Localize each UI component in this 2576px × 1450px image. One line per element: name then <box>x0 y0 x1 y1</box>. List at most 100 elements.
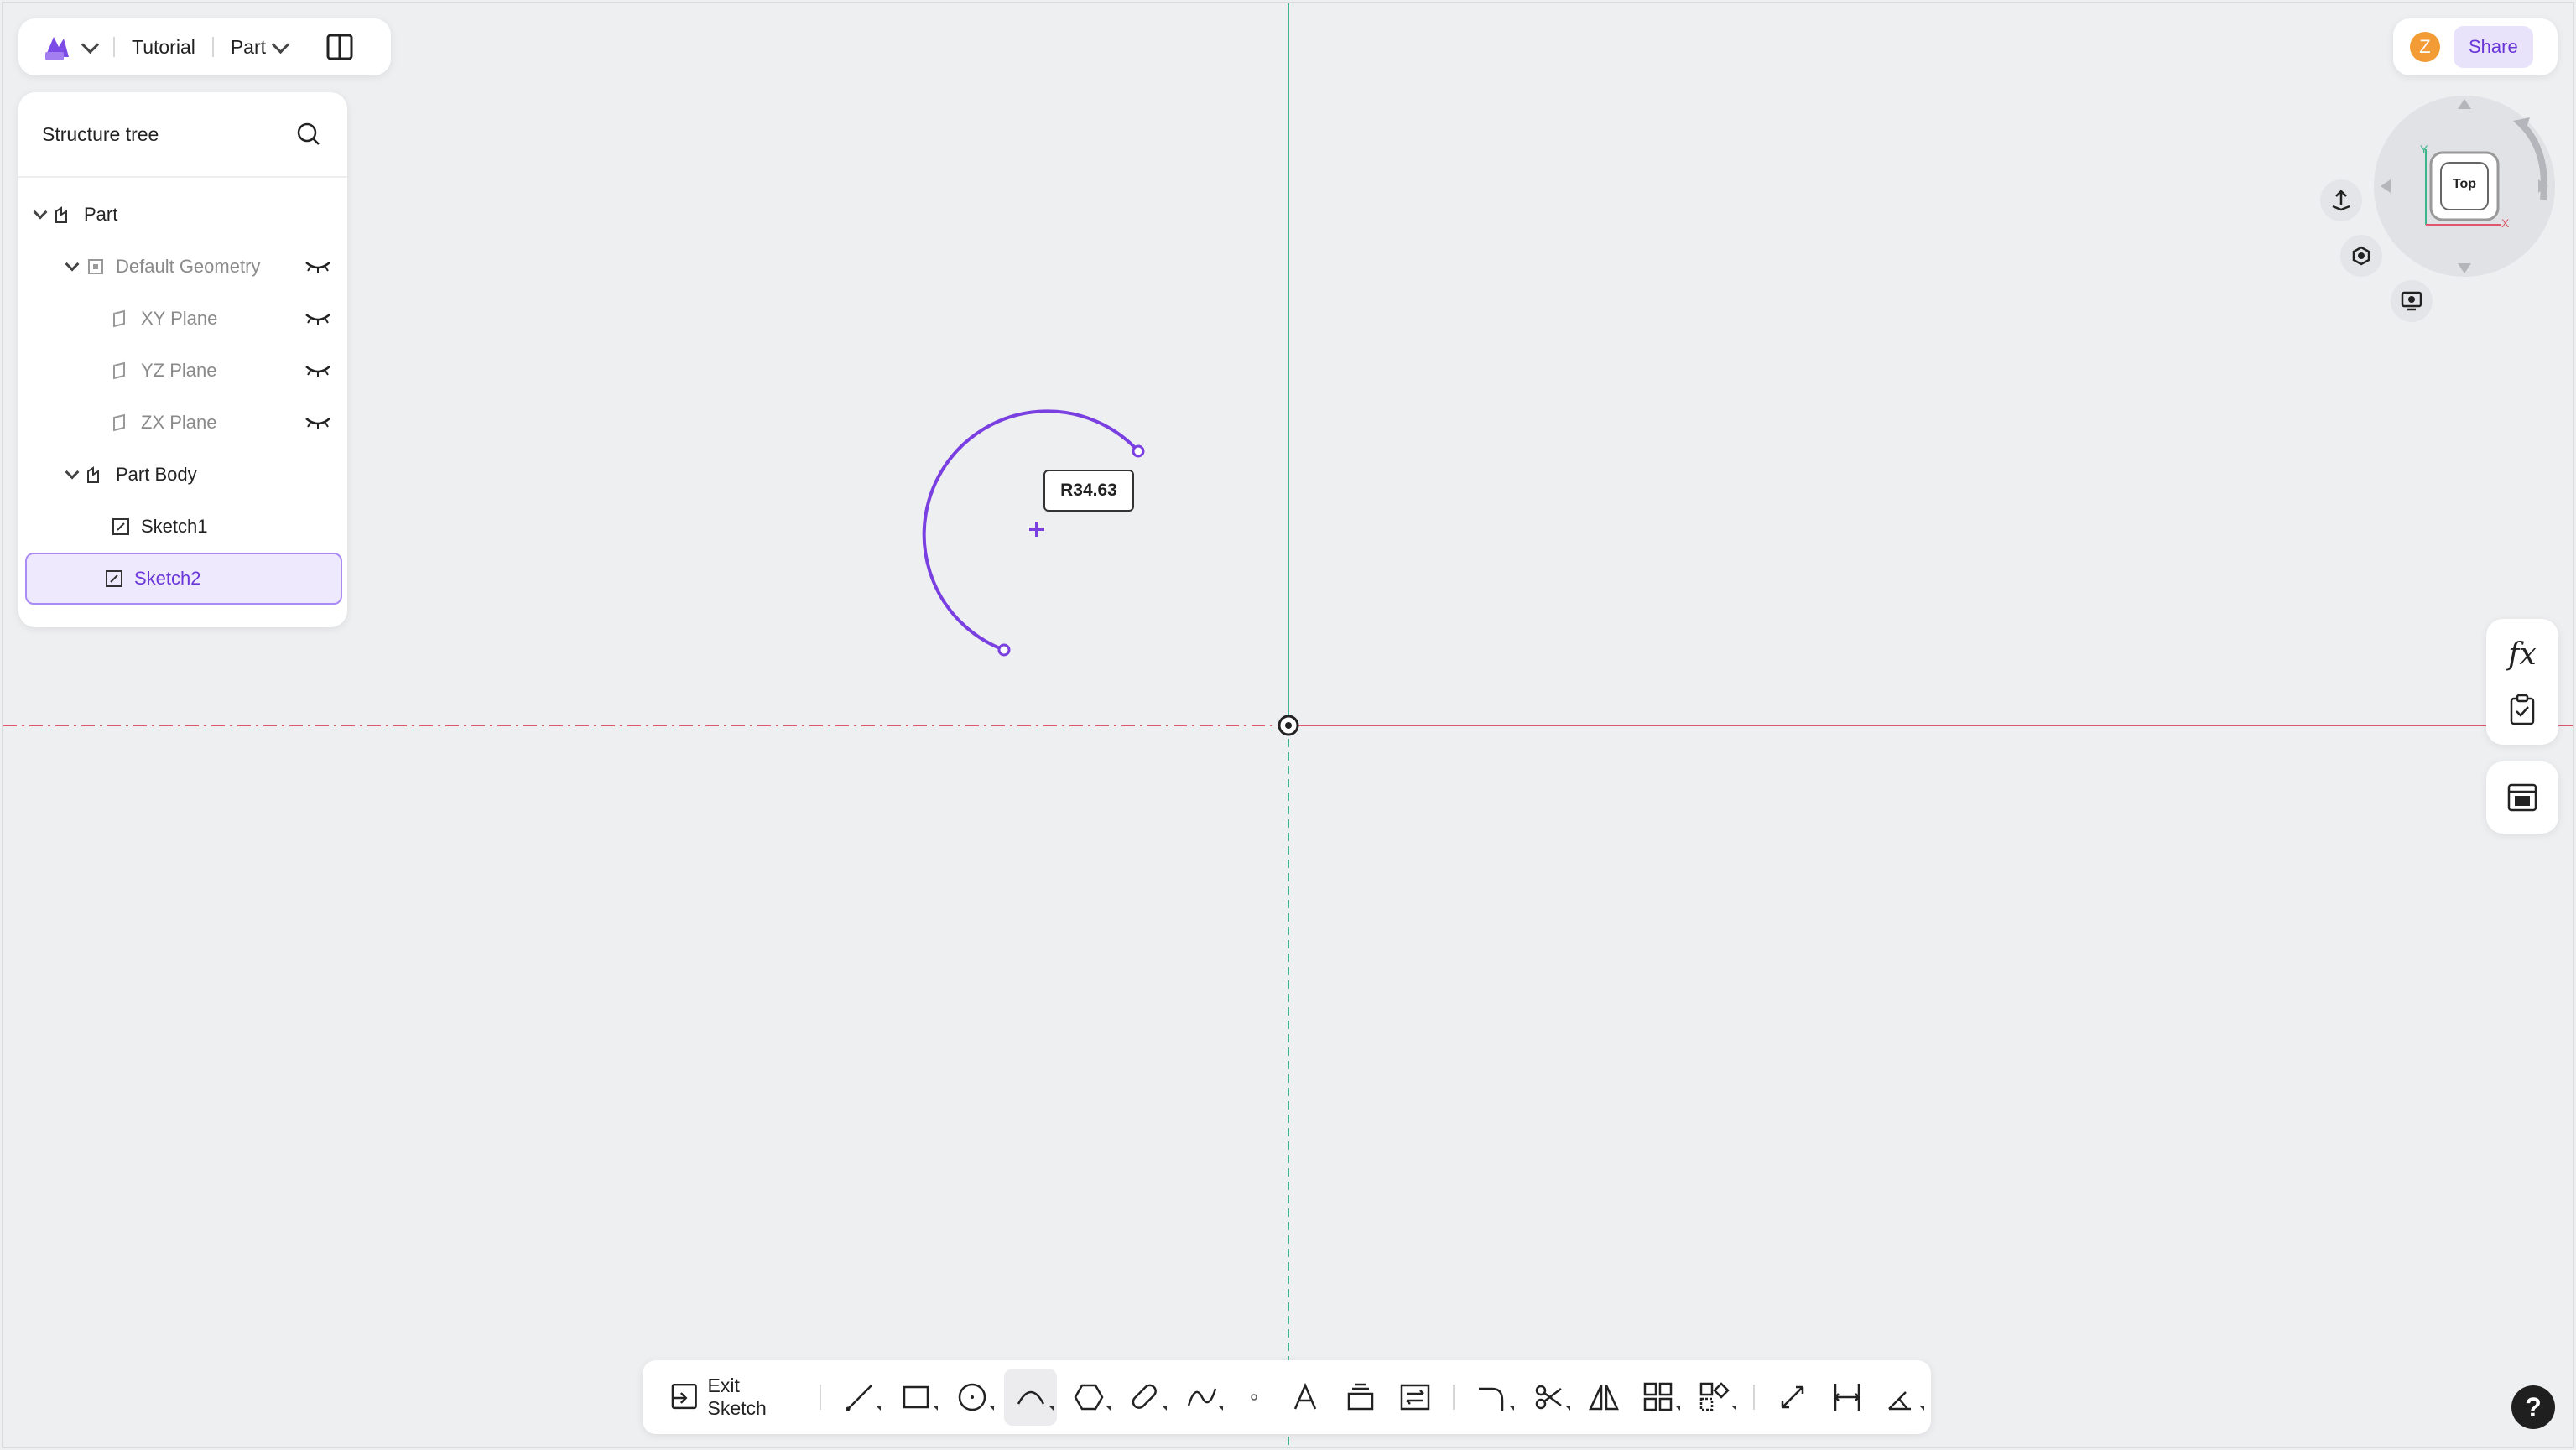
help-label: ? <box>2525 1391 2542 1422</box>
text-tool[interactable] <box>1282 1369 1330 1426</box>
slot-tool[interactable] <box>1121 1369 1170 1426</box>
exit-sketch-icon <box>671 1383 697 1410</box>
hidden-eye-icon[interactable] <box>304 309 332 326</box>
tree-item-zx-plane[interactable]: ZX Plane <box>25 398 351 447</box>
line-tool[interactable] <box>835 1369 884 1426</box>
circle-tool[interactable] <box>948 1369 997 1426</box>
project-icon <box>1347 1383 1373 1411</box>
structure-tree-title: Structure tree <box>42 122 159 145</box>
tree-item-part[interactable]: Part <box>25 190 351 239</box>
formula-button[interactable]: fx <box>2486 631 2558 678</box>
exit-sketch-label: Exit Sketch <box>707 1375 767 1419</box>
mirror-tool[interactable] <box>1580 1369 1626 1426</box>
divider <box>1753 1385 1756 1410</box>
pattern-icon <box>1643 1382 1673 1411</box>
tree-item-label: Part Body <box>116 464 197 485</box>
formula-label: fx <box>2508 637 2537 672</box>
point-icon <box>1251 1394 1257 1401</box>
arc-endpoint-start[interactable] <box>1132 444 1145 458</box>
transform-icon <box>1700 1382 1730 1411</box>
divider <box>820 1385 822 1410</box>
expand-chevron-icon[interactable] <box>33 205 48 220</box>
sketch-icon <box>111 517 131 537</box>
hidden-eye-icon[interactable] <box>304 413 332 430</box>
scissors-icon <box>1535 1385 1562 1410</box>
spline-tool[interactable] <box>1177 1369 1226 1426</box>
parameters-button[interactable] <box>2486 761 2558 834</box>
hidden-eye-icon[interactable] <box>304 257 332 274</box>
arc-center-marker[interactable] <box>1029 522 1044 537</box>
dimension-tool[interactable] <box>1768 1369 1816 1426</box>
check-button[interactable] <box>2486 686 2558 733</box>
point-tool[interactable] <box>1233 1369 1274 1426</box>
divider <box>113 37 115 57</box>
tree-item-xy-plane[interactable]: XY Plane <box>25 294 351 343</box>
expand-chevron-icon[interactable] <box>65 257 80 272</box>
rectangle-tool[interactable] <box>891 1369 940 1426</box>
project-tool[interactable] <box>1336 1369 1384 1426</box>
trim-tool[interactable] <box>1524 1369 1574 1426</box>
arc-tool[interactable] <box>1004 1369 1058 1426</box>
tree-item-label: Sketch2 <box>134 568 201 589</box>
hidden-eye-icon[interactable] <box>304 361 332 378</box>
fit-view-button[interactable] <box>2340 235 2382 277</box>
exit-sketch-button[interactable]: Exit Sketch <box>666 1369 806 1426</box>
angle-constraint-icon <box>1888 1391 1912 1411</box>
tree-item-default-geometry[interactable]: Default Geometry <box>25 242 351 291</box>
polygon-tool[interactable] <box>1064 1369 1113 1426</box>
chevron-down-icon <box>81 35 100 54</box>
circle-icon <box>959 1383 986 1411</box>
axis-x-label: X <box>2501 216 2510 230</box>
fillet-icon <box>1479 1387 1504 1411</box>
axis-y-label: Y <box>2420 143 2428 156</box>
constraint-tool[interactable] <box>1823 1369 1871 1426</box>
pattern-tool[interactable] <box>1634 1369 1684 1426</box>
project-name[interactable]: Tutorial <box>132 36 195 59</box>
tree-item-sketch1[interactable]: Sketch1 <box>25 502 351 551</box>
help-button[interactable]: ? <box>2511 1385 2555 1429</box>
spline-icon <box>1187 1388 1216 1406</box>
tree-item-yz-plane[interactable]: YZ Plane <box>25 346 351 395</box>
tree-item-label: Sketch1 <box>141 516 208 537</box>
tree-item-label: Default Geometry <box>116 256 261 277</box>
tree-item-part-body[interactable]: Part Body <box>25 450 351 499</box>
sketch-canvas[interactable] <box>0 0 2576 1450</box>
share-button[interactable]: Share <box>2454 26 2533 68</box>
slot-icon <box>1132 1384 1158 1409</box>
tree-item-label: Part <box>84 204 118 225</box>
mode-label: Part <box>230 35 267 58</box>
fillet-tool[interactable] <box>1468 1369 1517 1426</box>
toggle-panel-button[interactable] <box>325 33 354 61</box>
table-panel-icon <box>2507 783 2537 812</box>
user-avatar[interactable]: Z <box>2410 32 2440 62</box>
transform-tool[interactable] <box>1690 1369 1740 1426</box>
search-icon[interactable] <box>295 121 322 148</box>
share-bar: Z Share <box>2393 18 2558 75</box>
right-side-tools: fx <box>2486 619 2558 745</box>
body-icon <box>86 465 106 485</box>
tree-item-sketch2[interactable]: Sketch2 <box>25 553 342 605</box>
view-cube-face-label[interactable]: Top <box>2448 177 2481 192</box>
top-app-bar: Tutorial Part <box>18 18 391 75</box>
home-view-button[interactable] <box>2320 179 2362 221</box>
mirror-icon <box>1588 1385 1619 1411</box>
display-mode-button[interactable] <box>2391 280 2433 322</box>
tree-item-label: YZ Plane <box>141 360 217 381</box>
app-logo-icon <box>45 37 69 60</box>
arc-endpoint-end[interactable] <box>997 643 1011 657</box>
plane-icon <box>111 309 131 329</box>
divider <box>1452 1385 1455 1410</box>
sketch-icon <box>104 569 124 589</box>
plane-icon <box>111 413 131 433</box>
expand-chevron-icon[interactable] <box>65 465 80 480</box>
divider <box>211 37 214 57</box>
auto-constraint-tool[interactable] <box>1878 1369 1928 1426</box>
mode-selector[interactable]: Part <box>230 35 290 59</box>
display-mode-icon <box>2401 291 2422 311</box>
structure-tree-panel: Structure tree Part Default Geometry XY … <box>18 92 347 627</box>
polygon-icon <box>1074 1384 1104 1411</box>
dimension-icon <box>1781 1385 1803 1409</box>
radius-dimension-label[interactable]: R34.63 <box>1043 470 1134 512</box>
app-menu-button[interactable] <box>40 32 100 62</box>
convert-tool[interactable] <box>1391 1369 1439 1426</box>
